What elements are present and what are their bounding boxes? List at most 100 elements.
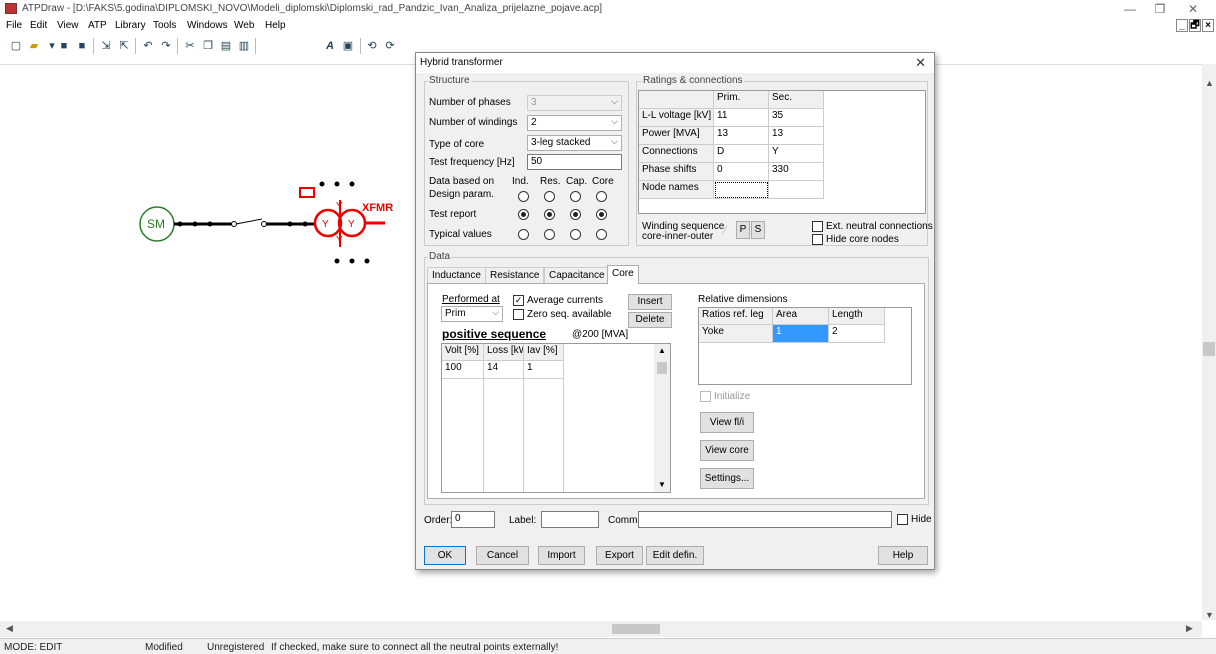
radio-cap-design[interactable] [570,191,581,202]
mdi-minimize-button[interactable]: _ [1176,19,1188,32]
table-scrollbar[interactable]: ▲ ▼ [654,344,670,492]
cancel-button[interactable]: Cancel [476,546,529,565]
ratings-table[interactable]: Prim. Sec. L-L voltage [kV] 11 35 Power … [638,90,926,214]
radio-ind-design[interactable] [518,191,529,202]
menu-web[interactable]: Web [234,20,254,31]
delete-button[interactable]: Delete [628,312,672,328]
reldim-area-cell[interactable]: 1 [773,325,829,343]
ratings-cell[interactable]: 35 [769,109,824,127]
scroll-right-icon[interactable]: ▶ [1186,623,1193,634]
radio-ind-test[interactable] [518,209,529,220]
winding-s-button[interactable]: S [751,221,765,239]
ratings-cell[interactable]: 13 [714,127,769,145]
scroll-up-icon[interactable]: ▲ [1205,78,1214,88]
core-type-select[interactable]: 3-leg stacked ⌵ [527,135,622,151]
tab-core[interactable]: Core [607,265,639,284]
ext-neutral-checkbox[interactable] [812,221,823,232]
paste-icon[interactable]: ▤ [218,38,234,54]
tab-capacitance[interactable]: Capacitance [544,267,610,283]
ratings-cell[interactable]: 13 [769,127,824,145]
table-cell[interactable]: 14 [484,361,524,379]
radio-cap-test[interactable] [570,209,581,220]
mdi-close-button[interactable]: × [1202,19,1214,32]
scroll-up-icon[interactable]: ▲ [658,346,666,355]
settings-button[interactable]: Settings... [700,468,754,489]
radio-core-test[interactable] [596,209,607,220]
menu-windows[interactable]: Windows [187,20,228,31]
radio-res-typical[interactable] [544,229,555,240]
export-icon[interactable]: ⇱ [116,38,132,54]
copy-icon[interactable]: ❐ [200,38,216,54]
horizontal-scrollbar[interactable]: ◀ ▶ [0,621,1202,637]
table-empty-col[interactable] [524,379,564,492]
help-button[interactable]: Help [878,546,928,565]
export-button[interactable]: Export [596,546,643,565]
average-currents-checkbox[interactable]: ✓ [513,295,524,306]
hide-core-nodes-checkbox[interactable] [812,234,823,245]
winding-p-button[interactable]: P [736,221,750,239]
duplicate-icon[interactable]: ▥ [236,38,252,54]
ok-button[interactable]: OK [424,546,466,565]
radio-res-design[interactable] [544,191,555,202]
node-names-prim-cell[interactable] [714,181,769,199]
radio-cap-typical[interactable] [570,229,581,240]
order-input[interactable]: 0 [451,511,495,528]
cut-icon[interactable]: ✂ [182,38,198,54]
relative-dimensions-table[interactable]: Ratios ref. leg Area Length Yoke 1 2 [698,307,912,385]
tab-resistance[interactable]: Resistance [485,267,545,283]
ratings-cell[interactable]: 0 [714,163,769,181]
ratings-cell[interactable]: Y [769,145,824,163]
vertical-scrollbar[interactable]: ▲ ▼ [1202,64,1216,620]
open-folder-icon[interactable]: ▰ [26,38,42,54]
menu-atp[interactable]: ATP [88,20,107,31]
table-empty-col[interactable] [442,379,484,492]
maximize-button[interactable]: ❐ [1145,1,1175,17]
rotate-icon[interactable]: ⟲ [364,38,380,54]
windings-select[interactable]: 2 ⌵ [527,115,622,131]
test-frequency-input[interactable]: 50 [527,154,622,170]
scroll-left-icon[interactable]: ◀ [6,623,13,634]
hide-checkbox[interactable] [897,514,908,525]
table-cell[interactable]: 100 [442,361,484,379]
ratings-cell[interactable]: D [714,145,769,163]
ratings-cell[interactable]: 11 [714,109,769,127]
import-button[interactable]: Import [538,546,585,565]
table-empty-col[interactable] [484,379,524,492]
radio-core-design[interactable] [596,191,607,202]
insert-button[interactable]: Insert [628,294,672,310]
import-icon[interactable]: ⇲ [98,38,114,54]
menu-edit[interactable]: Edit [30,20,47,31]
node-names-sec-cell[interactable] [769,181,824,199]
scroll-down-icon[interactable]: ▼ [658,480,666,489]
dialog-close-icon[interactable]: ✕ [915,55,926,71]
text-icon[interactable]: A [322,38,338,54]
menu-library[interactable]: Library [115,20,146,31]
view-core-button[interactable]: View core [700,440,754,461]
image-icon[interactable]: ▣ [340,38,356,54]
save-all-icon[interactable]: ■ [74,38,90,54]
mdi-restore-button[interactable]: 🗗 [1189,19,1201,32]
horizontal-scroll-thumb[interactable] [612,624,660,634]
reldim-length-cell[interactable]: 2 [829,325,885,343]
ratings-cell[interactable]: 330 [769,163,824,181]
menu-help[interactable]: Help [265,20,286,31]
save-icon[interactable]: ■ [56,38,72,54]
scroll-down-icon[interactable]: ▼ [1205,610,1214,620]
edit-definitions-button[interactable]: Edit defin. [646,546,704,565]
minimize-button[interactable]: — [1115,1,1145,17]
core-data-table[interactable]: Volt [%] Loss [kW] Iav [%] 100 14 1 ▲ ▼ [441,343,671,493]
view-flux-current-button[interactable]: View fl/i [700,412,754,433]
radio-core-typical[interactable] [596,229,607,240]
menu-tools[interactable]: Tools [153,20,176,31]
performed-at-select[interactable]: Prim ⌵ [441,306,503,322]
undo-icon[interactable]: ↶ [140,38,156,54]
close-window-button[interactable]: ✕ [1178,1,1208,17]
radio-ind-typical[interactable] [518,229,529,240]
comment-input[interactable] [638,511,892,528]
vertical-scroll-thumb[interactable] [1203,342,1215,356]
menu-view[interactable]: View [57,20,79,31]
label-input[interactable] [541,511,599,528]
radio-res-test[interactable] [544,209,555,220]
tab-inductance[interactable]: Inductance [427,267,486,283]
zero-seq-checkbox[interactable] [513,309,524,320]
